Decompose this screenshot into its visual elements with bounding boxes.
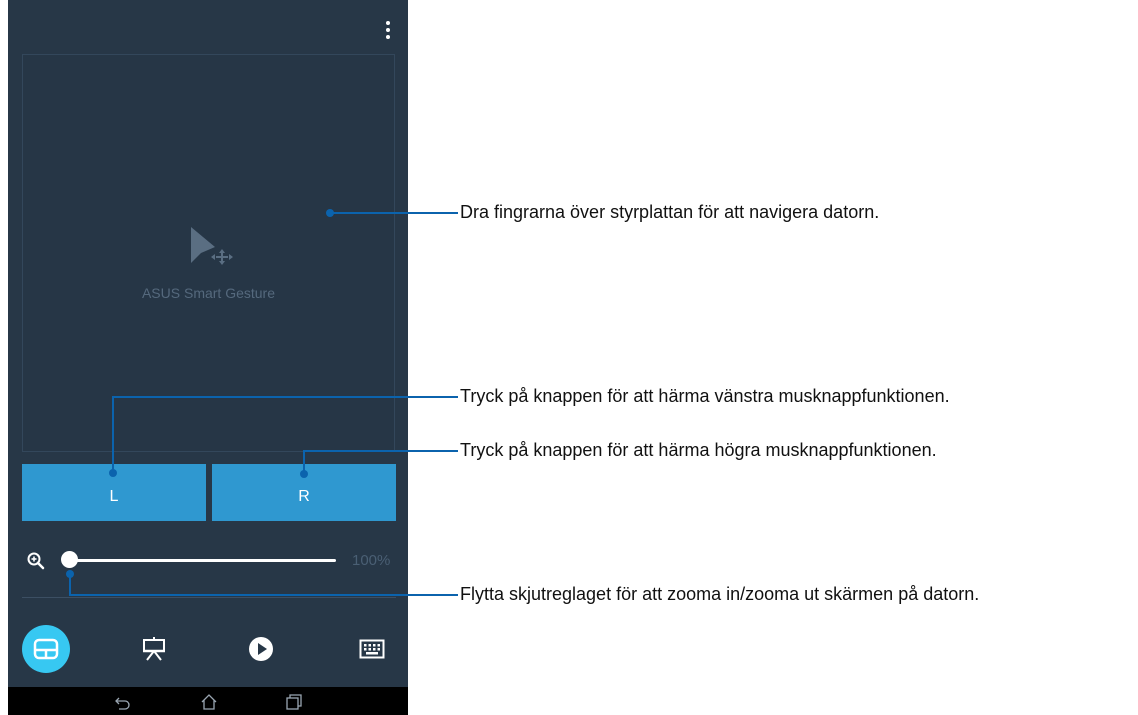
callout-line: [69, 574, 71, 596]
keyboard-icon: [359, 639, 385, 659]
play-icon: [249, 637, 273, 661]
zoom-slider-track[interactable]: [70, 559, 336, 562]
tab-presentation[interactable]: [130, 625, 178, 673]
touchpad-area[interactable]: ASUS Smart Gesture: [22, 54, 395, 452]
callout-zoom-slider-text: Flytta skjutreglaget för att zooma in/zo…: [460, 584, 980, 604]
presentation-icon: [143, 637, 165, 661]
callout-line: [112, 396, 458, 398]
callout-line: [303, 450, 305, 473]
system-navbar: [8, 687, 408, 715]
callout-line: [303, 450, 458, 452]
tab-media[interactable]: [237, 625, 285, 673]
tab-touchpad[interactable]: [22, 625, 70, 673]
recent-apps-icon[interactable]: [285, 693, 303, 711]
phone-screen: ASUS Smart Gesture L R 100%: [8, 0, 408, 715]
zoom-value: 100%: [352, 552, 391, 569]
overflow-menu-icon[interactable]: [380, 18, 396, 42]
tab-keyboard[interactable]: [348, 625, 396, 673]
touchpad-icon: [33, 638, 59, 660]
cursor-move-icon: [191, 227, 233, 265]
callout-line: [112, 396, 114, 473]
callout-right-button-text: Tryck på knappen för att härma högra mus…: [460, 440, 937, 460]
home-icon[interactable]: [200, 693, 218, 711]
touchpad-label: ASUS Smart Gesture: [141, 285, 276, 301]
divider: [22, 597, 396, 598]
callout-line: [330, 212, 458, 214]
zoom-in-icon: [27, 552, 45, 570]
back-icon[interactable]: [114, 693, 132, 711]
zoom-slider-thumb[interactable]: [61, 551, 78, 568]
callout-touchpad-text: Dra fingrarna över styrplattan för att n…: [460, 202, 880, 222]
callout-line: [69, 594, 458, 596]
callout-left-button-text: Tryck på knappen för att härma vänstra m…: [460, 386, 950, 406]
